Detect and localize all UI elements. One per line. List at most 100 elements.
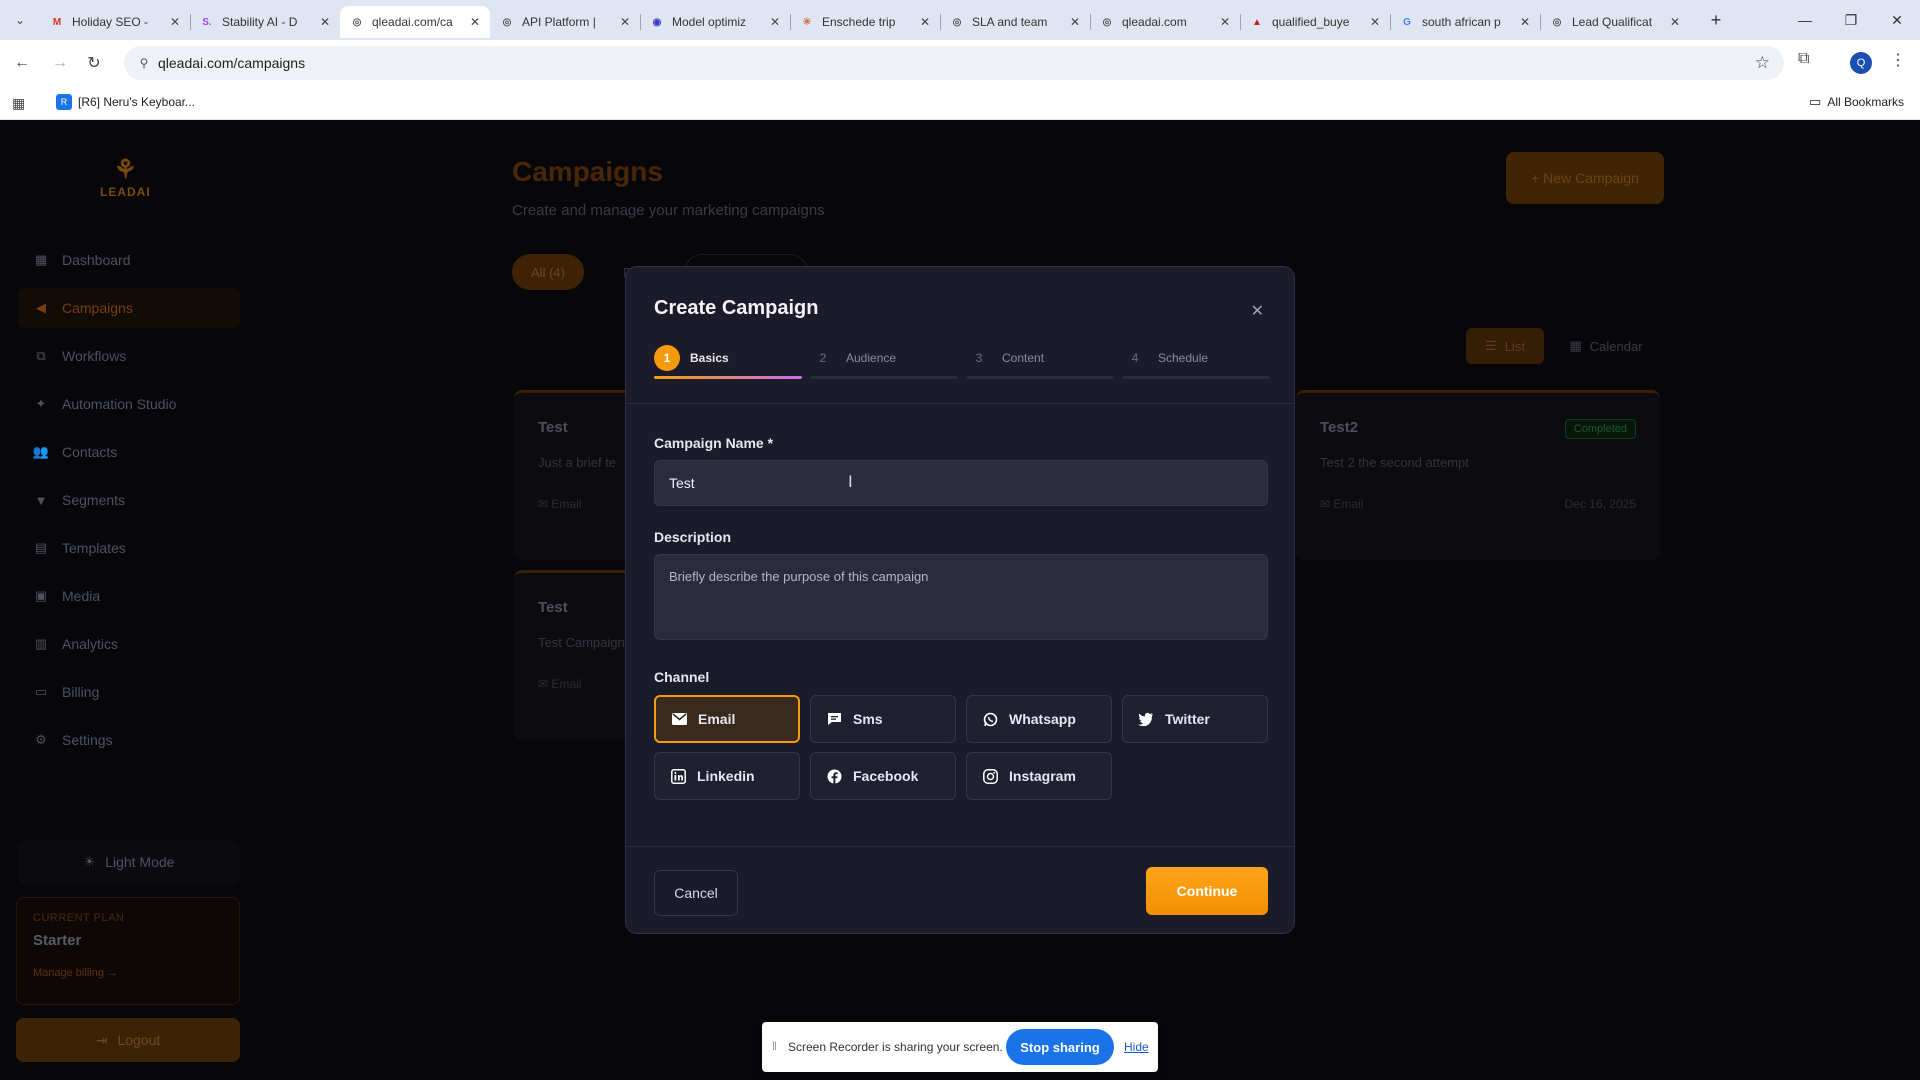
logout-button[interactable]: ⇥ Logout (16, 1018, 240, 1062)
new-campaign-button[interactable]: + New Campaign (1506, 152, 1664, 204)
tab-close-icon[interactable]: ✕ (320, 15, 330, 29)
url-omnibox[interactable]: ⚲ qleadai.com/campaigns ☆ (124, 46, 1784, 80)
sidebar-item-settings[interactable]: ⚙ Settings (18, 720, 240, 760)
sidebar-item-campaigns[interactable]: ◀ Campaigns (18, 288, 240, 328)
view-list-button[interactable]: ☰ List (1466, 328, 1544, 364)
users-icon: 👥 (32, 444, 50, 459)
tab-close-icon[interactable]: ✕ (1370, 15, 1380, 29)
description-textarea[interactable] (654, 554, 1268, 640)
browser-tab[interactable]: ◎ qleadai.com/ca ✕ (340, 6, 490, 38)
url-text[interactable]: qleadai.com/campaigns (158, 55, 305, 71)
light-mode-toggle[interactable]: ☀ Light Mode (18, 840, 240, 884)
apps-grid-icon[interactable]: ▦ (12, 95, 25, 112)
bookmark-star-icon[interactable]: ☆ (1755, 53, 1770, 73)
minimize-icon[interactable]: — (1790, 8, 1820, 32)
tab-close-icon[interactable]: ✕ (470, 15, 480, 29)
profile-avatar[interactable]: Q (1850, 52, 1872, 74)
channel-option-whatsapp[interactable]: Whatsapp (966, 695, 1112, 743)
channel-option-twitter[interactable]: Twitter (1122, 695, 1268, 743)
tab-close-icon[interactable]: ✕ (1520, 15, 1530, 29)
sidebar-item-templates[interactable]: ▤ Templates (18, 528, 240, 568)
card-date: Dec 16, 2025 (1564, 497, 1636, 511)
step-audience[interactable]: 2 Audience (810, 345, 958, 379)
bookmark-item[interactable]: R [R6] Neru's Keyboar... (56, 94, 195, 110)
template-icon: ▤ (34, 540, 48, 555)
browser-tab[interactable]: ◎ Lead Qualificat ✕ (1540, 6, 1690, 38)
extensions-puzzle-icon[interactable]: ⧉ (1798, 50, 1809, 68)
logo-mark-icon: ⚘ (113, 154, 137, 184)
sidebar-item-billing[interactable]: ▭ Billing (18, 672, 240, 712)
tab-close-icon[interactable]: ✕ (1670, 15, 1680, 29)
channel-option-email[interactable]: Email (654, 695, 800, 743)
channel-option-linkedin[interactable]: Linkedin (654, 752, 800, 800)
sidebar-item-contacts[interactable]: 👥 Contacts (18, 432, 240, 472)
browser-menu-icon[interactable]: ⋮ (1890, 50, 1906, 70)
channel-option-instagram[interactable]: Instagram (966, 752, 1112, 800)
bookmark-favicon-icon: R (56, 94, 72, 110)
light-mode-label: Light Mode (105, 854, 175, 870)
site-settings-icon[interactable]: ⚲ (136, 55, 152, 71)
sidebar: ⚘ LEADAI ▦ Dashboard ◀ Campaigns ⧉ Workflows ✦… (0, 120, 250, 1080)
tab-close-icon[interactable]: ✕ (620, 15, 630, 29)
tab-favicon-icon: ◉ (652, 16, 662, 28)
reload-icon[interactable]: ↻ (82, 51, 106, 75)
tab-search-chevron-icon[interactable]: ⌄ (8, 8, 32, 32)
continue-button[interactable]: Continue (1146, 867, 1268, 915)
browser-tab[interactable]: M Holiday SEO - ✕ (40, 6, 190, 38)
sidebar-item-automation-studio[interactable]: ✦ Automation Studio (18, 384, 240, 424)
channel-option-label: Sms (853, 711, 883, 727)
list-icon: ☰ (1485, 338, 1497, 353)
sidebar-item-workflows[interactable]: ⧉ Workflows (18, 336, 240, 376)
page-title: Campaigns (512, 156, 663, 187)
sidebar-item-segments[interactable]: ▼ Segments (18, 480, 240, 520)
manage-billing-link[interactable]: Manage billing → (33, 967, 223, 979)
cancel-button[interactable]: Cancel (654, 870, 738, 916)
campaign-name-input[interactable] (654, 460, 1268, 506)
tab-close-icon[interactable]: ✕ (1220, 15, 1230, 29)
twitter-icon (1137, 712, 1155, 726)
step-label: Content (1002, 351, 1045, 365)
browser-tab[interactable]: S. Stability AI - D ✕ (190, 6, 340, 38)
hide-link[interactable]: Hide (1124, 1040, 1149, 1054)
channel-option-label: Facebook (853, 768, 919, 784)
campaign-card[interactable]: Test2 Completed Test 2 the second attemp… (1296, 390, 1660, 560)
folder-icon: ▭ (1809, 94, 1822, 109)
sidebar-item-media[interactable]: ▣ Media (18, 576, 240, 616)
tab-close-icon[interactable]: ✕ (920, 15, 930, 29)
tab-favicon-icon: ◎ (952, 16, 962, 28)
browser-tab[interactable]: ▲ qualified_buye ✕ (1240, 6, 1390, 38)
sidebar-item-dashboard[interactable]: ▦ Dashboard (18, 240, 240, 280)
view-calendar-button[interactable]: ▦ Calendar (1556, 328, 1656, 364)
mail-icon (670, 713, 688, 725)
sidebar-item-label: Analytics (62, 636, 119, 652)
browser-tab[interactable]: Gsouth african p ✕ (1390, 6, 1540, 38)
browser-tab[interactable]: ◎ SLA and team ✕ (940, 6, 1090, 38)
restore-icon[interactable]: ❐ (1836, 8, 1866, 32)
drag-handle-icon[interactable]: ‖ (772, 1039, 777, 1053)
tab-close-icon[interactable]: ✕ (170, 15, 180, 29)
close-icon[interactable]: ✕ (1251, 301, 1264, 321)
filter-all-tab[interactable]: All (4) (512, 254, 584, 290)
step-basics[interactable]: 1 Basics (654, 345, 802, 379)
channel-option-sms[interactable]: Sms (810, 695, 956, 743)
channel-option-facebook[interactable]: Facebook (810, 752, 956, 800)
step-content[interactable]: 3 Content (966, 345, 1114, 379)
tab-close-icon[interactable]: ✕ (770, 15, 780, 29)
browser-tab[interactable]: ◉ Model optimiz ✕ (640, 6, 790, 38)
tab-close-icon[interactable]: ✕ (1070, 15, 1080, 29)
stop-sharing-button[interactable]: Stop sharing (1006, 1029, 1114, 1065)
sidebar-item-analytics[interactable]: ▥ Analytics (18, 624, 240, 664)
forward-arrow-icon[interactable]: → (48, 51, 72, 75)
tab-favicon-icon: S. (202, 16, 212, 28)
browser-tab[interactable]: ◎ qleadai.com ✕ (1090, 6, 1240, 38)
step-progress-bar (1122, 376, 1270, 379)
browser-tab[interactable]: ✳ Enschede trip ✕ (790, 6, 940, 38)
step-schedule[interactable]: 4 Schedule (1122, 345, 1270, 379)
window-close-icon[interactable]: ✕ (1882, 8, 1912, 32)
new-tab-plus-icon[interactable]: + (1704, 8, 1728, 32)
channel-label: Channel (654, 669, 710, 685)
browser-tab[interactable]: ◎ API Platform | ✕ (490, 6, 640, 38)
tab-label: Model optimiz (672, 15, 747, 29)
back-arrow-icon[interactable]: ← (10, 51, 34, 75)
all-bookmarks[interactable]: ▭ All Bookmarks (1809, 94, 1904, 110)
